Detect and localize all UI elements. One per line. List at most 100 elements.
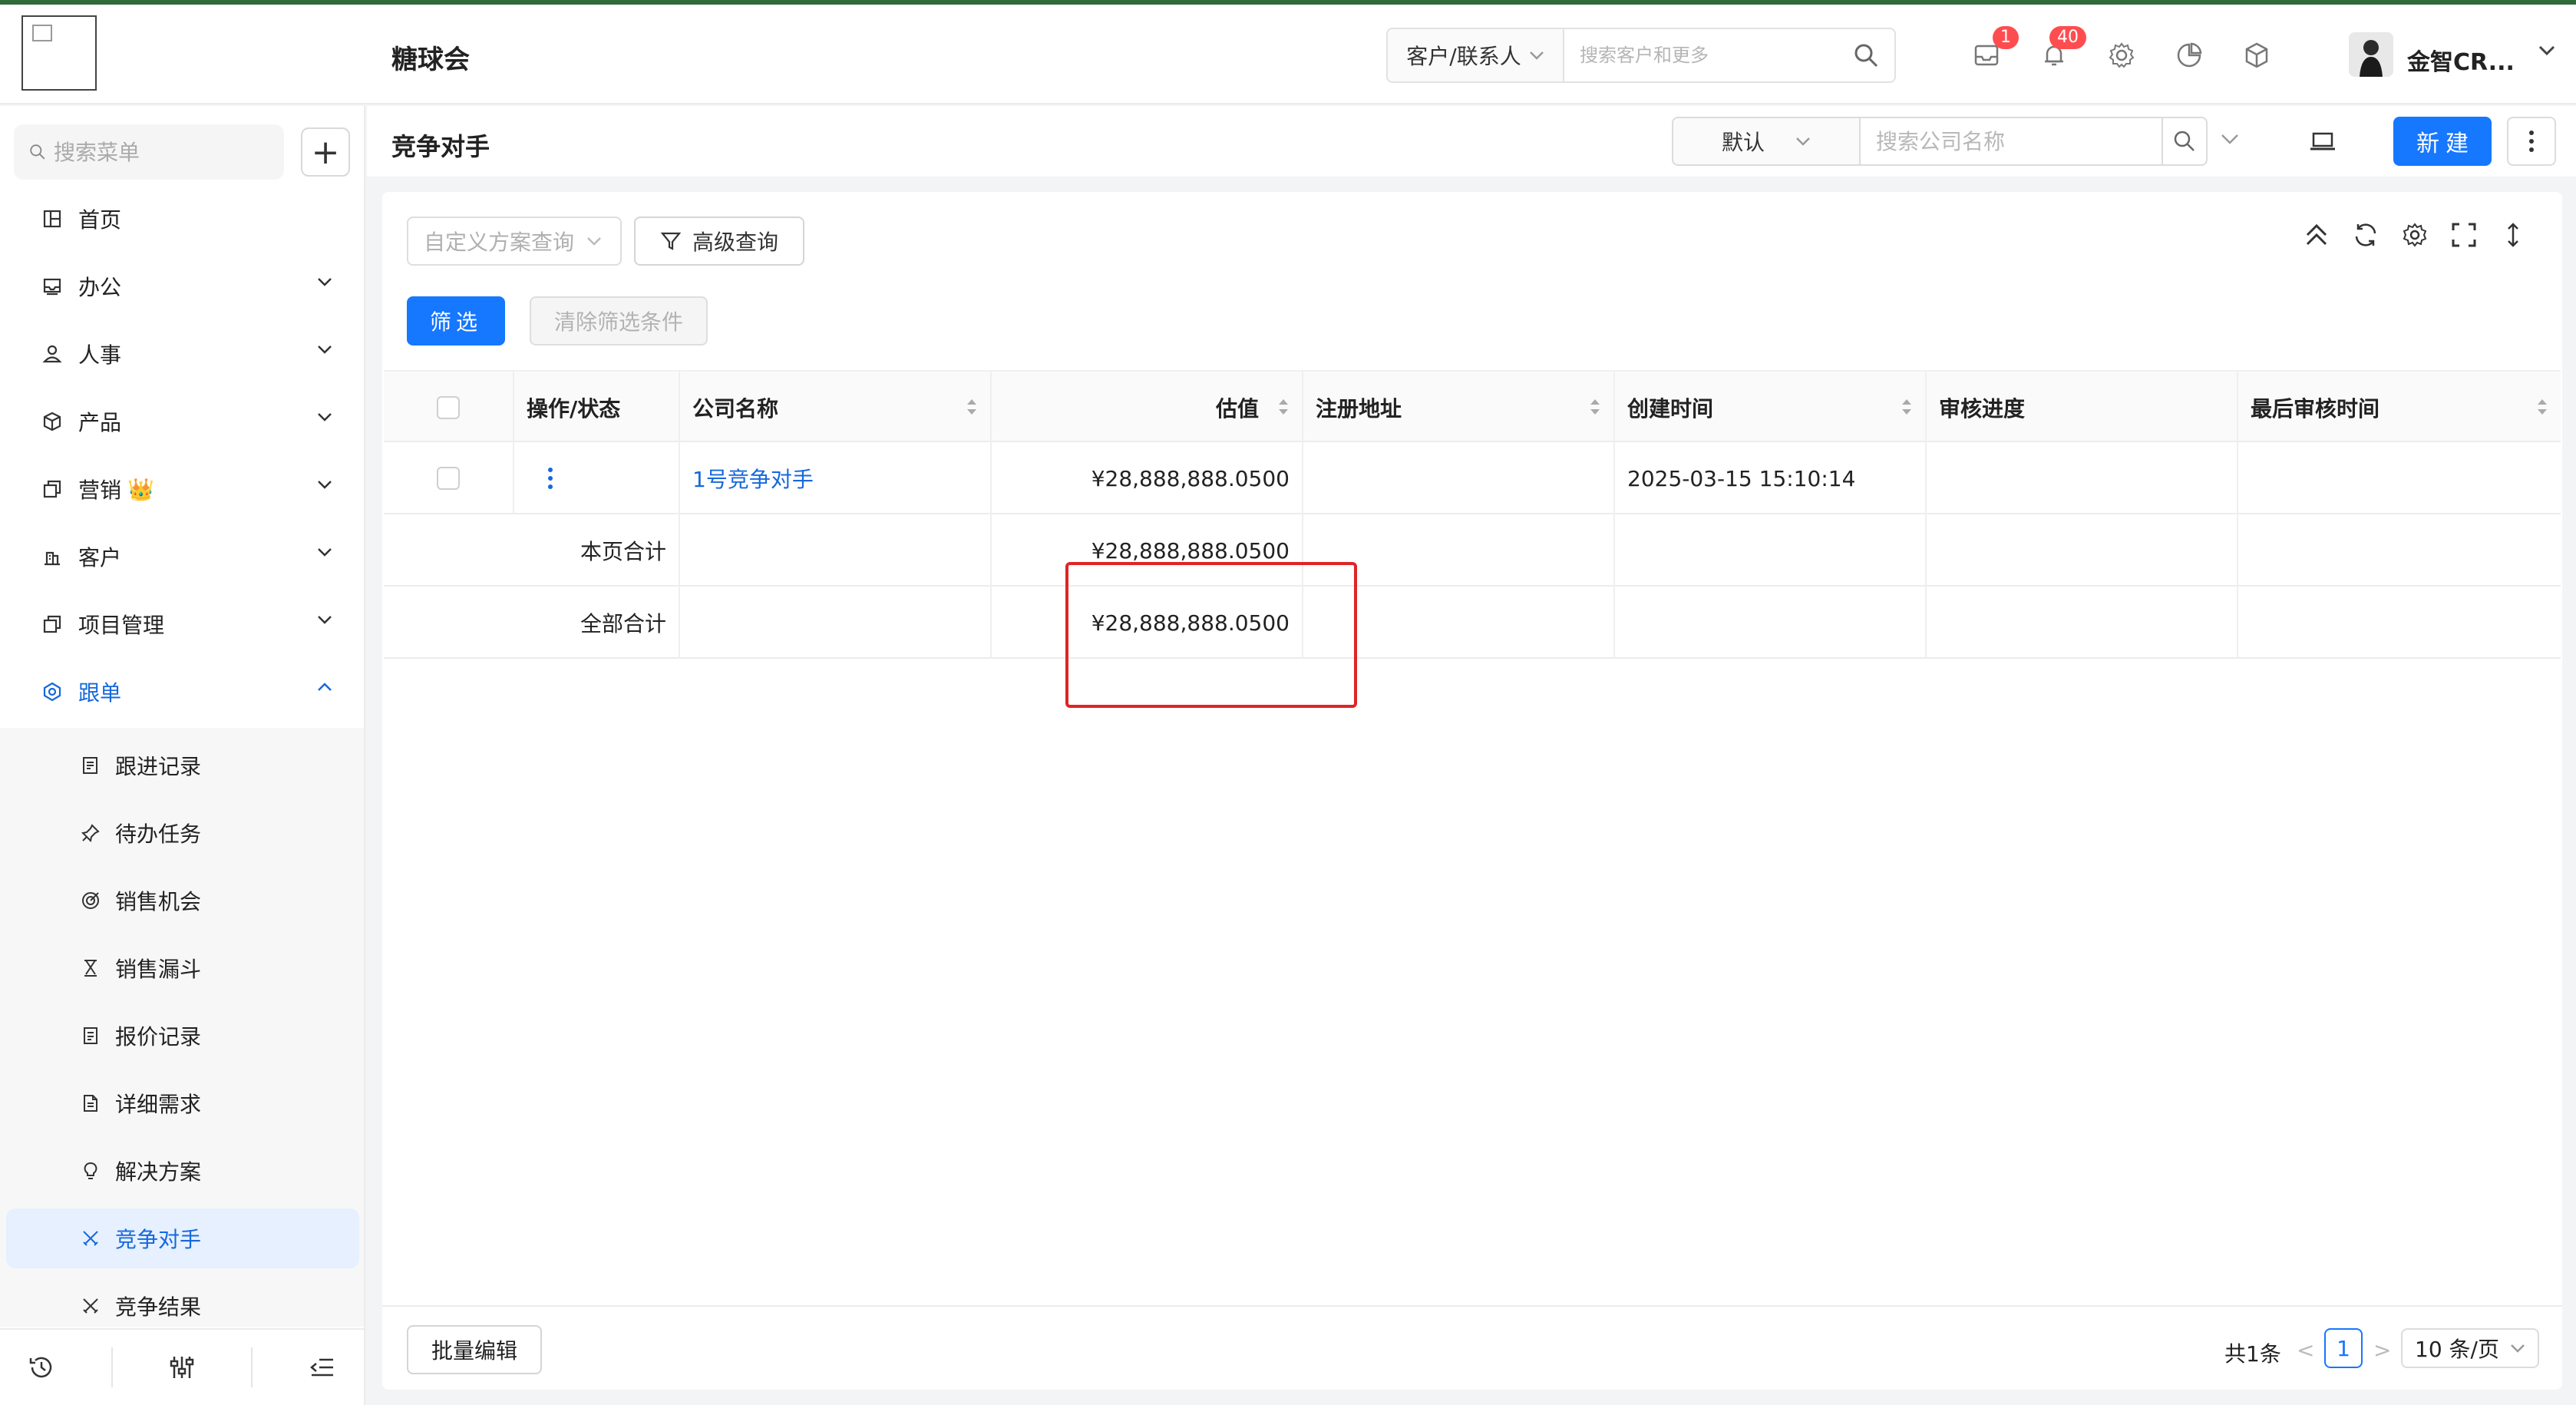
row-action-cell: [514, 442, 680, 514]
avatar[interactable]: [2349, 32, 2393, 77]
column-header-company[interactable]: 公司名称: [680, 372, 992, 444]
sidebar-item-label: 营销: [78, 478, 122, 503]
sidebar-subitem-competition-result[interactable]: 竞争结果: [6, 1276, 359, 1336]
logo[interactable]: [21, 15, 97, 91]
sidebar-subitem-followup[interactable]: 跟进记录: [6, 736, 359, 795]
empty-cell: [1927, 514, 2238, 587]
company-search: [1859, 117, 2163, 166]
global-search-input[interactable]: [1580, 45, 1853, 66]
collapse-menu-icon[interactable]: [309, 1354, 336, 1381]
row-select-cell: [384, 442, 514, 514]
sidebar-item-office[interactable]: 办公: [6, 256, 359, 316]
custom-query-placeholder: 自定义方案查询: [424, 230, 575, 255]
sort-icon[interactable]: [1589, 396, 1601, 418]
sidebar-item-marketing[interactable]: 营销 👑: [6, 459, 359, 519]
sort-icon[interactable]: [1277, 396, 1290, 418]
person-icon: [40, 342, 64, 366]
more-vertical-icon[interactable]: [547, 466, 554, 491]
hexagon-icon: [40, 679, 64, 704]
sidebar-subitem-competitor[interactable]: 竞争对手: [6, 1208, 359, 1268]
chevron-down-icon[interactable]: [2538, 45, 2556, 57]
report-button[interactable]: [2174, 40, 2204, 71]
sidebar-item-label: 销售机会: [115, 889, 202, 914]
mail-button[interactable]: 1: [1971, 26, 2019, 71]
batch-edit-button[interactable]: 批量编辑: [407, 1325, 542, 1374]
chevron-down-icon: [318, 345, 332, 354]
settings-button[interactable]: [2106, 40, 2137, 71]
sidebar-subitem-quote[interactable]: 报价记录: [6, 1006, 359, 1066]
sidebar-item-label: 待办任务: [115, 822, 202, 847]
page-size-select[interactable]: 10 条/页: [2401, 1328, 2539, 1368]
custom-query-select[interactable]: 自定义方案查询: [407, 217, 622, 266]
chevron-down-icon: [318, 481, 332, 489]
sidebar-subitem-solution[interactable]: 解决方案: [6, 1141, 359, 1201]
chevron-down-icon: [318, 278, 332, 286]
hourglass-icon: [78, 956, 103, 980]
sort-icon[interactable]: [966, 396, 978, 418]
view-select[interactable]: 默认: [1672, 117, 1859, 166]
column-header-created[interactable]: 创建时间: [1615, 372, 1927, 444]
advanced-query-button[interactable]: 高级查询: [634, 217, 804, 266]
user-photo-icon: [2349, 32, 2393, 77]
gear-icon[interactable]: [2401, 221, 2429, 249]
chevron-down-icon[interactable]: [2220, 132, 2240, 146]
sidebar-item-product[interactable]: 产品: [6, 392, 359, 451]
sidebar-item-label: 跟进记录: [115, 754, 202, 779]
user-name[interactable]: 金智CR...: [2407, 43, 2515, 77]
sort-icon[interactable]: [2536, 396, 2548, 418]
filter-button[interactable]: 筛选: [407, 296, 505, 345]
dashboard-icon: [40, 207, 64, 231]
fullscreen-icon[interactable]: [2450, 221, 2478, 249]
page-total-row: 本页合计 ¥28,888,888.0500: [384, 514, 2561, 587]
prev-page-button[interactable]: <: [2297, 1337, 2314, 1363]
copy-icon: [40, 477, 64, 501]
apps-button[interactable]: [2241, 40, 2272, 71]
column-header-address[interactable]: 注册地址: [1303, 372, 1615, 444]
new-button[interactable]: 新建: [2393, 117, 2492, 166]
sidebar-item-home[interactable]: 首页: [6, 189, 359, 249]
sidebar-item-project[interactable]: 项目管理: [6, 594, 359, 654]
cube-icon: [2245, 42, 2268, 68]
next-page-button[interactable]: >: [2373, 1337, 2391, 1363]
empty-cell: [2238, 587, 2561, 659]
add-menu-button[interactable]: +: [301, 127, 350, 177]
search-type-select[interactable]: 客户/联系人: [1386, 28, 1563, 83]
row-height-icon[interactable]: [2499, 221, 2527, 249]
company-search-button[interactable]: [2162, 117, 2208, 166]
row-checkbox[interactable]: [437, 467, 460, 490]
table-row[interactable]: 1号竞争对手 ¥28,888,888.0500 2025-03-15 15:10…: [384, 442, 2561, 514]
collapse-up-icon[interactable]: [2303, 221, 2330, 249]
sidebar-subitem-todo[interactable]: 待办任务: [6, 803, 359, 863]
row-last-review-cell: [2238, 442, 2561, 514]
history-icon[interactable]: [28, 1354, 55, 1381]
select-all-checkbox[interactable]: [437, 396, 460, 419]
sidebar-subitem-funnel[interactable]: 销售漏斗: [6, 938, 359, 998]
laptop-icon[interactable]: [2307, 126, 2338, 157]
search-icon: [30, 144, 45, 160]
sidebar-subitem-opportunity[interactable]: 销售机会: [6, 871, 359, 931]
search-icon[interactable]: [1853, 42, 1879, 68]
sidebar-item-orders[interactable]: 跟单: [6, 662, 359, 722]
menu-search-input[interactable]: [54, 139, 269, 165]
empty-cell: [1615, 514, 1927, 587]
pin-icon: [78, 821, 103, 845]
document-icon: [78, 1023, 103, 1048]
empty-cell: [2238, 514, 2561, 587]
company-search-input[interactable]: [1876, 128, 2146, 154]
company-link[interactable]: 1号竞争对手: [692, 463, 814, 494]
sort-icon[interactable]: [1901, 396, 1913, 418]
sidebar-subitem-requirement[interactable]: 详细需求: [6, 1073, 359, 1133]
page-number-current[interactable]: 1: [2324, 1328, 2363, 1368]
sliders-icon[interactable]: [168, 1354, 196, 1381]
sidebar-item-customer[interactable]: 客户: [6, 527, 359, 587]
notification-button[interactable]: 40: [2039, 26, 2086, 71]
refresh-icon[interactable]: [2352, 221, 2379, 249]
select-all-cell: [384, 372, 514, 444]
column-header-valuation[interactable]: 估值: [992, 372, 1303, 444]
more-options-button[interactable]: [2507, 117, 2556, 166]
clear-filter-button[interactable]: 清除筛选条件: [530, 296, 708, 345]
row-company-cell: 1号竞争对手: [680, 442, 992, 514]
column-header-last-review[interactable]: 最后审核时间: [2238, 372, 2561, 444]
menu-search: [14, 124, 284, 180]
sidebar-item-hr[interactable]: 人事: [6, 324, 359, 384]
